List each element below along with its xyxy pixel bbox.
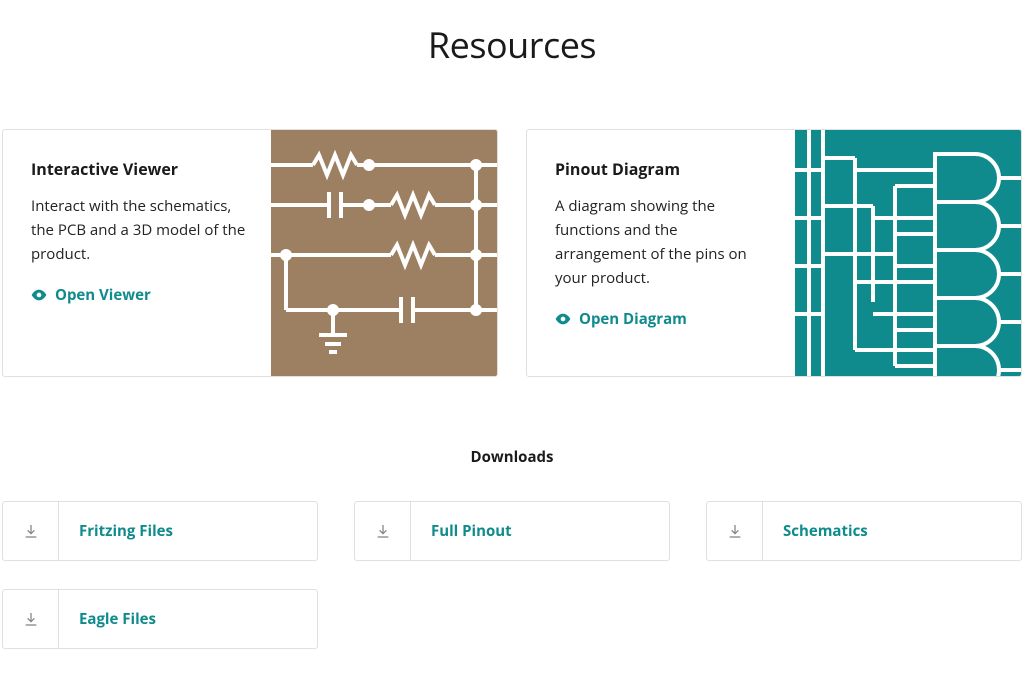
card-description: Interact with the schematics, the PCB an… [31, 194, 247, 266]
link-text: Open Viewer [55, 285, 151, 305]
schematic-illustration [271, 130, 497, 376]
download-icon [707, 502, 763, 560]
download-full-pinout[interactable]: Full Pinout [354, 501, 670, 561]
download-icon [3, 502, 59, 560]
download-schematics[interactable]: Schematics [706, 501, 1022, 561]
download-label: Fritzing Files [59, 502, 317, 560]
card-title: Interactive Viewer [31, 158, 247, 180]
pinout-illustration [795, 130, 1021, 376]
eye-icon [31, 289, 47, 301]
resource-cards-row: Interactive Viewer Interact with the sch… [0, 129, 1024, 377]
downloads-heading: Downloads [0, 447, 1024, 467]
page-title: Resources [0, 20, 1024, 69]
download-icon [3, 590, 59, 648]
eye-icon [555, 313, 571, 325]
open-diagram-link[interactable]: Open Diagram [555, 309, 687, 329]
download-label: Schematics [763, 502, 1021, 560]
link-text: Open Diagram [579, 309, 687, 329]
card-title: Pinout Diagram [555, 158, 771, 180]
interactive-viewer-card: Interactive Viewer Interact with the sch… [2, 129, 498, 377]
open-viewer-link[interactable]: Open Viewer [31, 285, 151, 305]
pinout-diagram-card: Pinout Diagram A diagram showing the fun… [526, 129, 1022, 377]
downloads-grid: Fritzing Files Full Pinout Schematic [0, 501, 1024, 649]
download-fritzing-files[interactable]: Fritzing Files [2, 501, 318, 561]
download-label: Full Pinout [411, 502, 669, 560]
download-eagle-files[interactable]: Eagle Files [2, 589, 318, 649]
download-icon [355, 502, 411, 560]
card-description: A diagram showing the functions and the … [555, 194, 771, 290]
download-label: Eagle Files [59, 590, 317, 648]
